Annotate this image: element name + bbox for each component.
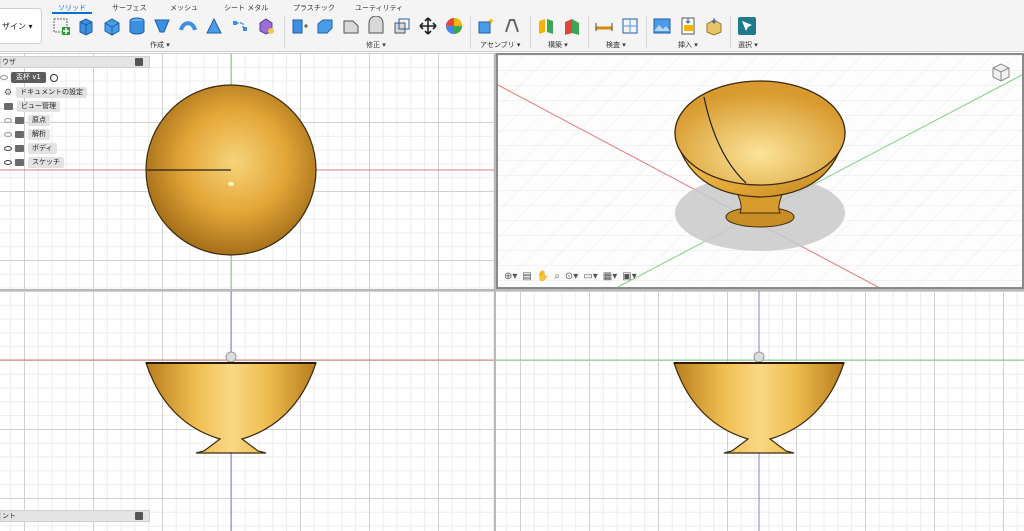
measure-icon[interactable]: [594, 16, 614, 36]
visibility-eye-icon[interactable]: [4, 132, 12, 137]
bowl-right-body: [673, 362, 845, 454]
insert-mcmaster-icon[interactable]: [704, 16, 724, 36]
extrude-icon[interactable]: [76, 16, 96, 36]
pin-icon[interactable]: [135, 512, 143, 520]
browser-header[interactable]: ウザ: [0, 56, 150, 68]
navigation-bar: ⊕▾ ▤ ✋ ⌕ ⊙▾ ▭▾ ▦▾ ▣▾: [502, 269, 644, 285]
visibility-eye-icon[interactable]: [4, 146, 12, 151]
insert-group-label[interactable]: 挿入 ▾: [678, 40, 698, 50]
browser-item-origin[interactable]: 原点: [4, 114, 50, 127]
pan-icon[interactable]: ✋: [537, 271, 549, 283]
folder-icon: [4, 103, 13, 110]
ribbon-toolbar: ザイン ▾ ソリッド サーフェス メッシュ シート メタル プラスチック ユーテ…: [0, 0, 1024, 52]
cylinder-icon[interactable]: [127, 16, 147, 36]
insert-svg-icon[interactable]: [678, 16, 698, 36]
browser-title: ウザ: [2, 58, 16, 66]
folder-icon: [15, 159, 24, 166]
appearance-icon[interactable]: [444, 16, 464, 36]
toolbar-separator: [470, 16, 471, 48]
viewports-icon[interactable]: ▣▾: [622, 271, 636, 283]
browser-item-bodies[interactable]: ボディ: [4, 142, 57, 155]
press-pull-icon[interactable]: [290, 16, 310, 36]
toolbar-separator: [730, 16, 731, 48]
scale-icon[interactable]: [392, 16, 412, 36]
folder-icon: [15, 131, 24, 138]
viewport-divider-horizontal[interactable]: [0, 289, 1024, 291]
form-icon[interactable]: [256, 16, 276, 36]
section-analysis-icon[interactable]: [620, 16, 640, 36]
gear-icon: ⚙: [4, 87, 13, 98]
visibility-eye-icon[interactable]: [4, 160, 12, 165]
browser-item-document-settings[interactable]: ⚙ ドキュメントの設定: [4, 86, 88, 99]
viewport-right[interactable]: [496, 291, 1024, 531]
loft-icon[interactable]: [204, 16, 224, 36]
toolbar-separator: [284, 16, 285, 48]
browser-item-named-views[interactable]: ビュー管理: [4, 100, 60, 113]
toolbar-separator: [646, 16, 647, 48]
shell-icon[interactable]: [366, 16, 386, 36]
inspect-group-label[interactable]: 検査 ▾: [606, 40, 626, 50]
viewport-front[interactable]: [0, 291, 494, 531]
folder-icon: [15, 145, 24, 152]
look-at-icon[interactable]: ▤: [522, 271, 531, 283]
assemble-group-label[interactable]: アセンブリ ▾: [480, 40, 520, 50]
zoom-window-icon[interactable]: ⊙▾: [565, 271, 578, 283]
bowl-front-body: [145, 362, 317, 454]
display-settings-icon[interactable]: ▭▾: [583, 271, 597, 283]
insert-image-icon[interactable]: [652, 16, 672, 36]
create-sketch-icon[interactable]: [52, 16, 72, 36]
browser-root-item[interactable]: 盃杯 v1: [0, 71, 58, 84]
tab-plastic[interactable]: プラスチック: [293, 3, 335, 13]
right-view-canvas: [496, 291, 1024, 531]
folder-icon: [15, 117, 24, 124]
tab-sheet-metal[interactable]: シート メタル: [224, 3, 268, 13]
viewcube-icon[interactable]: [990, 61, 1012, 83]
offset-plane-icon[interactable]: [536, 16, 556, 36]
viewport-divider-vertical[interactable]: [494, 53, 496, 531]
active-tab-indicator: [52, 12, 92, 14]
revolve-icon[interactable]: [152, 16, 172, 36]
chamfer-icon[interactable]: [341, 16, 361, 36]
new-component-icon[interactable]: [476, 16, 496, 36]
move-icon[interactable]: [418, 16, 438, 36]
rib-icon[interactable]: [230, 16, 250, 36]
tab-mesh[interactable]: メッシュ: [170, 3, 198, 13]
orbit-icon[interactable]: ⊕▾: [504, 271, 517, 283]
activate-radio-icon[interactable]: [49, 73, 58, 82]
browser-item-analysis[interactable]: 解析: [4, 128, 50, 141]
box-icon[interactable]: [102, 16, 122, 36]
comments-panel-header[interactable]: ント: [0, 510, 150, 522]
cad-application-window: ザイン ▾ ソリッド サーフェス メッシュ シート メタル プラスチック ユーテ…: [0, 0, 1024, 531]
perspective-canvas: [498, 55, 1022, 287]
select-icon[interactable]: [737, 16, 757, 36]
joint-icon[interactable]: [502, 16, 522, 36]
select-group-label[interactable]: 選択 ▾: [738, 40, 758, 50]
tab-utilities[interactable]: ユーティリティ: [355, 3, 403, 13]
fillet-icon[interactable]: [315, 16, 335, 36]
root-component-label: 盃杯 v1: [11, 72, 46, 83]
create-group-label[interactable]: 作成 ▾: [150, 40, 170, 50]
pin-icon[interactable]: [135, 58, 143, 66]
browser-panel: ウザ 盃杯 v1 ⚙ ドキュメントの設定 ビュー管理 原点 解析 ボディ スケッ…: [0, 56, 150, 174]
visibility-eye-icon[interactable]: [0, 75, 8, 80]
toolbar-separator: [588, 16, 589, 48]
workspace-switcher-button[interactable]: ザイン ▾: [0, 8, 42, 44]
plane-at-angle-icon[interactable]: [562, 16, 582, 36]
bowl-rim: [674, 80, 846, 186]
browser-item-sketches[interactable]: スケッチ: [4, 156, 64, 169]
viewport-perspective[interactable]: ⊕▾ ▤ ✋ ⌕ ⊙▾ ▭▾ ▦▾ ▣▾: [496, 53, 1024, 289]
zoom-icon[interactable]: ⌕: [554, 271, 560, 283]
grid-settings-icon[interactable]: ▦▾: [603, 271, 617, 283]
tab-surface[interactable]: サーフェス: [112, 3, 147, 13]
sweep-icon[interactable]: [178, 16, 198, 36]
front-view-canvas: [0, 291, 494, 531]
toolbar-separator: [530, 16, 531, 48]
visibility-eye-icon[interactable]: [4, 118, 12, 123]
construct-group-label[interactable]: 構築 ▾: [548, 40, 568, 50]
comments-title: ント: [2, 512, 16, 520]
modify-group-label[interactable]: 修正 ▾: [366, 40, 386, 50]
